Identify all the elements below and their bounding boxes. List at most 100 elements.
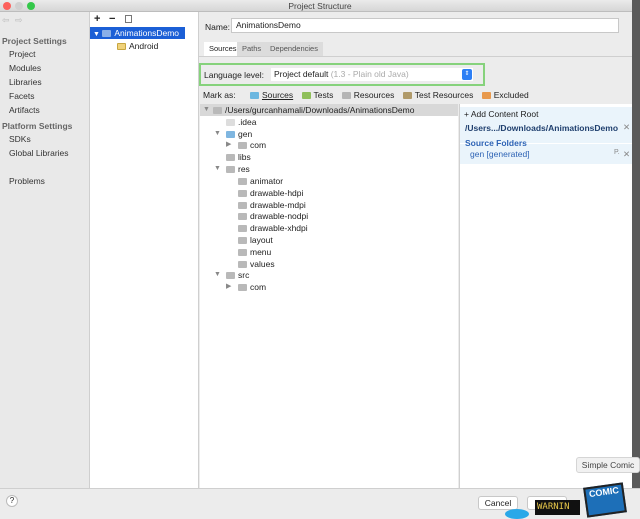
resources-folder-icon	[341, 92, 351, 99]
copy-icon[interactable]	[125, 15, 132, 23]
name-label: Name:	[205, 22, 231, 32]
mark-sources-button[interactable]: Sources	[249, 90, 293, 100]
expand-arrow-icon: ▼	[203, 106, 210, 113]
test-resources-folder-icon	[402, 92, 412, 99]
sidebar-item-global-libraries[interactable]: Global Libraries	[9, 148, 69, 158]
mark-as-bar: Mark as: Sources Tests Resources Test Re…	[203, 90, 529, 100]
folder-icon	[238, 261, 247, 268]
collapse-arrow-icon: ▶	[226, 283, 232, 290]
tree-item[interactable]: ▶ com	[226, 281, 266, 293]
tree-item[interactable]: .idea	[226, 116, 256, 128]
name-input[interactable]: AnimationsDemo	[231, 18, 619, 33]
folder-icon	[238, 213, 247, 220]
module-android[interactable]: Android	[117, 40, 158, 52]
mark-excluded-button[interactable]: Excluded	[481, 90, 529, 100]
forward-arrow-icon[interactable]: ⇨	[15, 15, 23, 26]
folder-icon	[226, 272, 235, 279]
content-root-path: /Users.../Downloads/AnimationsDemo	[465, 123, 619, 133]
tree-item[interactable]: animator	[238, 175, 283, 187]
tree-item[interactable]: menu	[238, 246, 271, 258]
sidebar-item-problems[interactable]: Problems	[9, 176, 45, 186]
zoom-window-button[interactable]	[27, 2, 35, 10]
select-stepper-icon: ⇕	[462, 69, 472, 80]
sidebar-item-project[interactable]: Project	[9, 49, 35, 59]
back-arrow-icon[interactable]: ⇦	[2, 15, 10, 26]
dock-tooltip: Simple Comic	[576, 457, 640, 473]
add-content-root-button[interactable]: + Add Content Root	[464, 109, 538, 119]
help-button[interactable]: ?	[6, 495, 18, 507]
expand-arrow-icon: ▼	[214, 130, 221, 137]
tree-item[interactable]: ▼ src	[214, 269, 249, 281]
sidebar-item-facets[interactable]: Facets	[9, 91, 35, 101]
expand-arrow-icon: ▼	[214, 271, 221, 278]
language-level-label: Language level:	[204, 70, 265, 80]
remove-content-root-icon[interactable]: ✕	[623, 122, 630, 133]
source-folder-item: gen [generated]	[470, 149, 530, 159]
dock-app-icon[interactable]	[505, 509, 529, 519]
mark-test-resources-button[interactable]: Test Resources	[402, 90, 473, 100]
tree-item[interactable]: ▼ res	[214, 163, 250, 175]
sidebar-item-sdks[interactable]: SDKs	[9, 134, 31, 144]
folder-icon	[226, 154, 235, 161]
settings-sidebar: ⇦ ⇨ Project Settings Project Modules Lib…	[0, 12, 90, 488]
language-level-value: Project default	[274, 69, 329, 79]
folder-icon	[226, 166, 235, 173]
tree-item[interactable]: drawable-hdpi	[238, 187, 303, 199]
language-level-select[interactable]: Project default (1.3 - Plain old Java) ⇕	[271, 68, 473, 81]
folder-icon	[238, 142, 247, 149]
folder-icon	[238, 190, 247, 197]
warning-app-icon[interactable]: WARNIN	[535, 500, 580, 515]
source-folder-icon	[226, 131, 235, 138]
cancel-button[interactable]: Cancel	[478, 496, 518, 510]
content-root-panel: + Add Content Root /Users.../Downloads/A…	[459, 104, 632, 488]
expand-arrow-icon: ▼	[93, 31, 100, 38]
tab-paths[interactable]: Paths	[237, 42, 267, 56]
remove-source-folder-icon[interactable]: ✕	[623, 149, 630, 160]
tests-folder-icon	[301, 92, 311, 99]
title-bar: Project Structure	[0, 0, 640, 12]
sidebar-item-libraries[interactable]: Libraries	[9, 77, 42, 87]
mark-as-label: Mark as:	[203, 90, 236, 100]
folder-icon	[238, 202, 247, 209]
module-settings: Name: AnimationsDemo Sources Paths Depen…	[199, 12, 632, 488]
tree-item[interactable]: drawable-xhdpi	[238, 222, 308, 234]
language-level-hint: (1.3 - Plain old Java)	[330, 69, 409, 79]
minimize-window-button[interactable]	[15, 2, 23, 10]
sidebar-item-modules[interactable]: Modules	[9, 63, 41, 73]
folder-icon	[213, 107, 222, 114]
module-android-label: Android	[129, 41, 159, 51]
remove-icon[interactable]: −	[109, 13, 115, 25]
tree-item[interactable]: drawable-nodpi	[238, 210, 308, 222]
excluded-folder-icon	[481, 92, 491, 99]
folder-icon	[238, 225, 247, 232]
folder-icon	[238, 284, 247, 291]
modules-panel: + − ▼ AnimationsDemo Android	[90, 12, 199, 488]
mark-resources-button[interactable]: Resources	[341, 90, 394, 100]
mark-tests-button[interactable]: Tests	[301, 90, 333, 100]
android-facet-icon	[117, 43, 126, 50]
tab-sources[interactable]: Sources	[204, 42, 242, 56]
folder-icon	[238, 249, 247, 256]
module-root-label: AnimationsDemo	[114, 28, 180, 38]
tree-item[interactable]: libs	[226, 151, 251, 163]
background-window-edge	[632, 0, 640, 488]
window-title: Project Structure	[288, 1, 352, 11]
folder-icon	[226, 119, 235, 126]
edit-properties-icon[interactable]: P.	[614, 149, 620, 156]
section-project-settings: Project Settings	[2, 36, 67, 46]
tree-item[interactable]: ▶ com	[226, 139, 266, 151]
simple-comic-dock-icon[interactable]: COMIC	[583, 482, 627, 518]
sidebar-item-artifacts[interactable]: Artifacts	[9, 105, 40, 115]
expand-arrow-icon: ▼	[214, 165, 221, 172]
language-level-row: Language level: Project default (1.3 - P…	[199, 63, 485, 86]
tab-dependencies[interactable]: Dependencies	[265, 42, 323, 56]
add-icon[interactable]: +	[94, 13, 100, 25]
sources-folder-icon	[249, 92, 259, 99]
tree-item[interactable]: layout	[238, 234, 273, 246]
close-window-button[interactable]	[3, 2, 11, 10]
folder-icon	[238, 178, 247, 185]
tree-item-root[interactable]: ▼/Users/gurcanhamali/Downloads/Animation…	[200, 104, 458, 116]
collapse-arrow-icon: ▶	[226, 141, 232, 148]
content-tree: ▼/Users/gurcanhamali/Downloads/Animation…	[200, 104, 458, 488]
module-root[interactable]: ▼ AnimationsDemo	[90, 27, 185, 39]
